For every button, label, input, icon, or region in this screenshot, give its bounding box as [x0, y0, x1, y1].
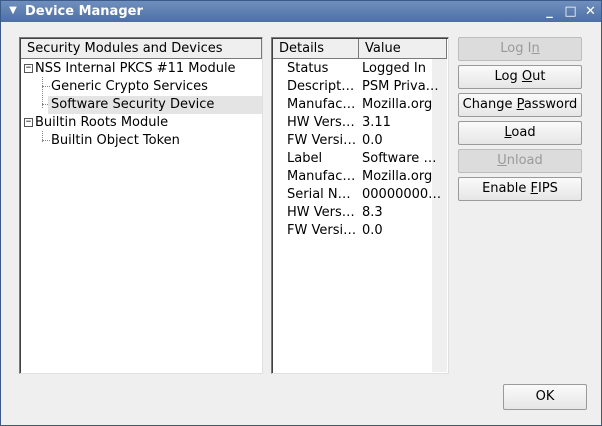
table-row[interactable]: HW Versi… 3.11 [273, 114, 433, 132]
tree-item-label: NSS Internal PKCS #11 Module [35, 61, 236, 76]
button-label: Log [494, 69, 522, 84]
collapse-icon[interactable]: − [24, 118, 33, 127]
unload-button[interactable]: Unload [458, 149, 582, 173]
table-row[interactable]: Label Software S… [273, 150, 442, 168]
detail-value: 8.3 [362, 205, 383, 220]
security-modules-tree[interactable]: Security Modules and Devices − NSS Inter… [19, 37, 263, 374]
ok-button[interactable]: OK [503, 384, 587, 410]
detail-value: 00000000… [362, 187, 442, 202]
table-row[interactable]: Serial Nu… 00000000… [273, 186, 441, 204]
detail-key: HW Versi… [287, 115, 357, 130]
details-column-header[interactable]: Details [273, 39, 359, 59]
button-label: oad [511, 125, 536, 140]
window-menu-icon[interactable]: ▼ [6, 4, 20, 18]
detail-key: Manufac… [287, 169, 356, 184]
detail-key: Descripti… [287, 79, 357, 94]
table-row[interactable]: Status Logged In [273, 60, 433, 78]
tree-item-label: Generic Crypto Services [51, 79, 208, 94]
button-accelerator: U [497, 153, 507, 168]
tree-item-label: Builtin Object Token [51, 133, 180, 148]
table-row[interactable]: FW Versi… 0.0 [273, 222, 433, 240]
enable-fips-button[interactable]: Enable FIPS [458, 177, 582, 201]
table-row[interactable]: Manufac… Mozilla.org [273, 168, 433, 186]
detail-key: FW Versi… [287, 223, 357, 238]
minimize-icon[interactable]: _ [542, 4, 557, 19]
detail-value: Logged In [362, 61, 426, 76]
button-accelerator: O [521, 69, 533, 84]
close-icon[interactable]: ✕ [583, 4, 598, 19]
tree-item-nss-internal-module[interactable]: − NSS Internal PKCS #11 Module [21, 60, 262, 78]
button-label: Change [462, 97, 517, 112]
table-row[interactable]: FW Versi… 0.0 [273, 132, 433, 150]
detail-key: Serial Nu… [287, 187, 357, 202]
tree-item-software-security-device[interactable]: Software Security Device [48, 96, 262, 114]
detail-key: Label [287, 151, 323, 166]
tree-column-header[interactable]: Security Modules and Devices [21, 39, 262, 59]
collapse-icon[interactable]: − [24, 64, 33, 73]
tree-item-builtin-roots-module[interactable]: − Builtin Roots Module [21, 114, 262, 132]
detail-value: 3.11 [362, 115, 391, 130]
title-bar[interactable]: ▼ Device Manager _ □ ✕ [1, 1, 601, 22]
button-accelerator: P [516, 97, 524, 112]
detail-value: 0.0 [362, 133, 383, 148]
tree-item-builtin-object-token[interactable]: Builtin Object Token [21, 132, 262, 150]
detail-value: PSM Privat… [362, 79, 442, 94]
table-row[interactable]: Manufac… Mozilla.org [273, 96, 433, 114]
button-accelerator: n [531, 41, 540, 56]
detail-value: Mozilla.org [362, 169, 433, 184]
button-label: nload [506, 153, 543, 168]
detail-key: FW Versi… [287, 133, 357, 148]
detail-value: Mozilla.org [362, 97, 433, 112]
table-row[interactable]: Descripti… PSM Privat… [273, 78, 442, 96]
detail-key: Manufac… [287, 97, 356, 112]
details-list[interactable]: Details Value Status Logged In Descripti… [271, 37, 449, 374]
button-label: assword [523, 97, 578, 112]
detail-key: HW Versi… [287, 205, 357, 220]
maximize-icon[interactable]: □ [563, 4, 578, 19]
detail-value: 0.0 [362, 223, 383, 238]
button-label: ut [532, 69, 546, 84]
detail-key: Status [287, 61, 329, 76]
tree-item-label: Builtin Roots Module [35, 115, 169, 130]
button-label: Log I [500, 41, 532, 56]
detail-value: Software S… [362, 151, 442, 166]
value-column-header[interactable]: Value [359, 39, 447, 59]
button-label: Enable [482, 181, 531, 196]
change-password-button[interactable]: Change Password [458, 93, 582, 117]
device-manager-window: ▼ Device Manager _ □ ✕ Security Modules … [0, 0, 602, 426]
table-row[interactable]: HW Versi… 8.3 [273, 204, 433, 222]
load-button[interactable]: Load [458, 121, 582, 145]
tree-item-label: Software Security Device [51, 97, 215, 112]
log-in-button[interactable]: Log In [458, 37, 582, 61]
log-out-button[interactable]: Log Out [458, 65, 582, 89]
button-label: IPS [537, 181, 558, 196]
button-accelerator: F [530, 181, 538, 196]
window-title: Device Manager [25, 4, 143, 19]
tree-item-generic-crypto-services[interactable]: Generic Crypto Services [21, 78, 262, 96]
